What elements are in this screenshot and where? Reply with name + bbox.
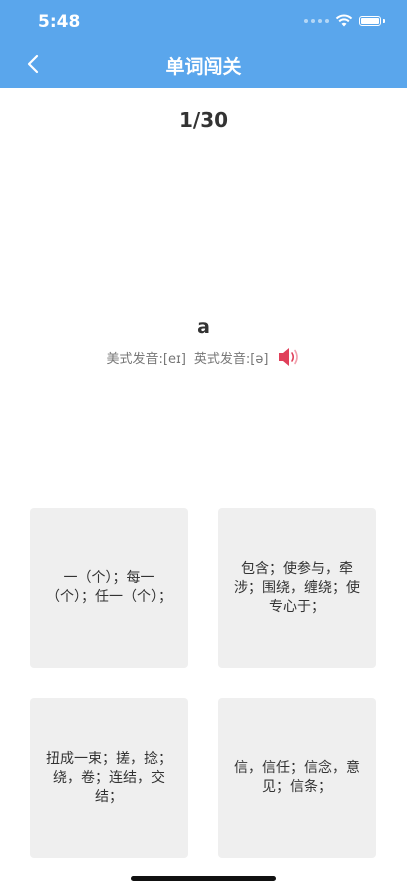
answer-option-2[interactable]: 包含；使参与，牵涉；围绕，缠绕；使专心于； bbox=[218, 508, 376, 668]
battery-cap bbox=[383, 18, 385, 23]
status-icons bbox=[304, 14, 385, 27]
signal-icon bbox=[304, 18, 329, 23]
answer-option-text: 信，信任；信念，意见；信条； bbox=[234, 760, 360, 795]
answer-option-text: 扭成一束；搓，捻；绕，卷；连结，交结； bbox=[46, 750, 172, 805]
page-title: 单词闯关 bbox=[165, 56, 242, 78]
answer-option-text: 包含；使参与，牵涉；围绕，缠绕；使专心于； bbox=[234, 560, 360, 615]
answer-option-text: 一（个）；每一（个）；任一（个）； bbox=[46, 570, 172, 605]
wifi-icon bbox=[335, 14, 353, 27]
answer-option-3[interactable]: 扭成一束；搓，捻；绕，卷；连结，交结； bbox=[30, 698, 188, 858]
phonetic-row: 美式发音:[eɪ] 英式发音:[ə] bbox=[0, 346, 407, 368]
nav-bar: 5:48 单词闯关 bbox=[0, 0, 407, 88]
answer-option-1[interactable]: 一（个）；每一（个）；任一（个）； bbox=[30, 508, 188, 668]
question-counter: 1/30 bbox=[178, 108, 229, 132]
quiz-word: a bbox=[197, 316, 210, 338]
speaker-icon[interactable] bbox=[276, 346, 300, 368]
phonetic-uk: 英式发音:[ə] bbox=[193, 351, 269, 367]
battery-icon bbox=[359, 15, 381, 26]
phonetic-us: 美式发音:[eɪ] bbox=[106, 351, 186, 367]
answer-option-4[interactable]: 信，信任；信念，意见；信条； bbox=[218, 698, 376, 858]
home-indicator bbox=[131, 876, 276, 881]
status-time: 5:48 bbox=[38, 12, 81, 32]
